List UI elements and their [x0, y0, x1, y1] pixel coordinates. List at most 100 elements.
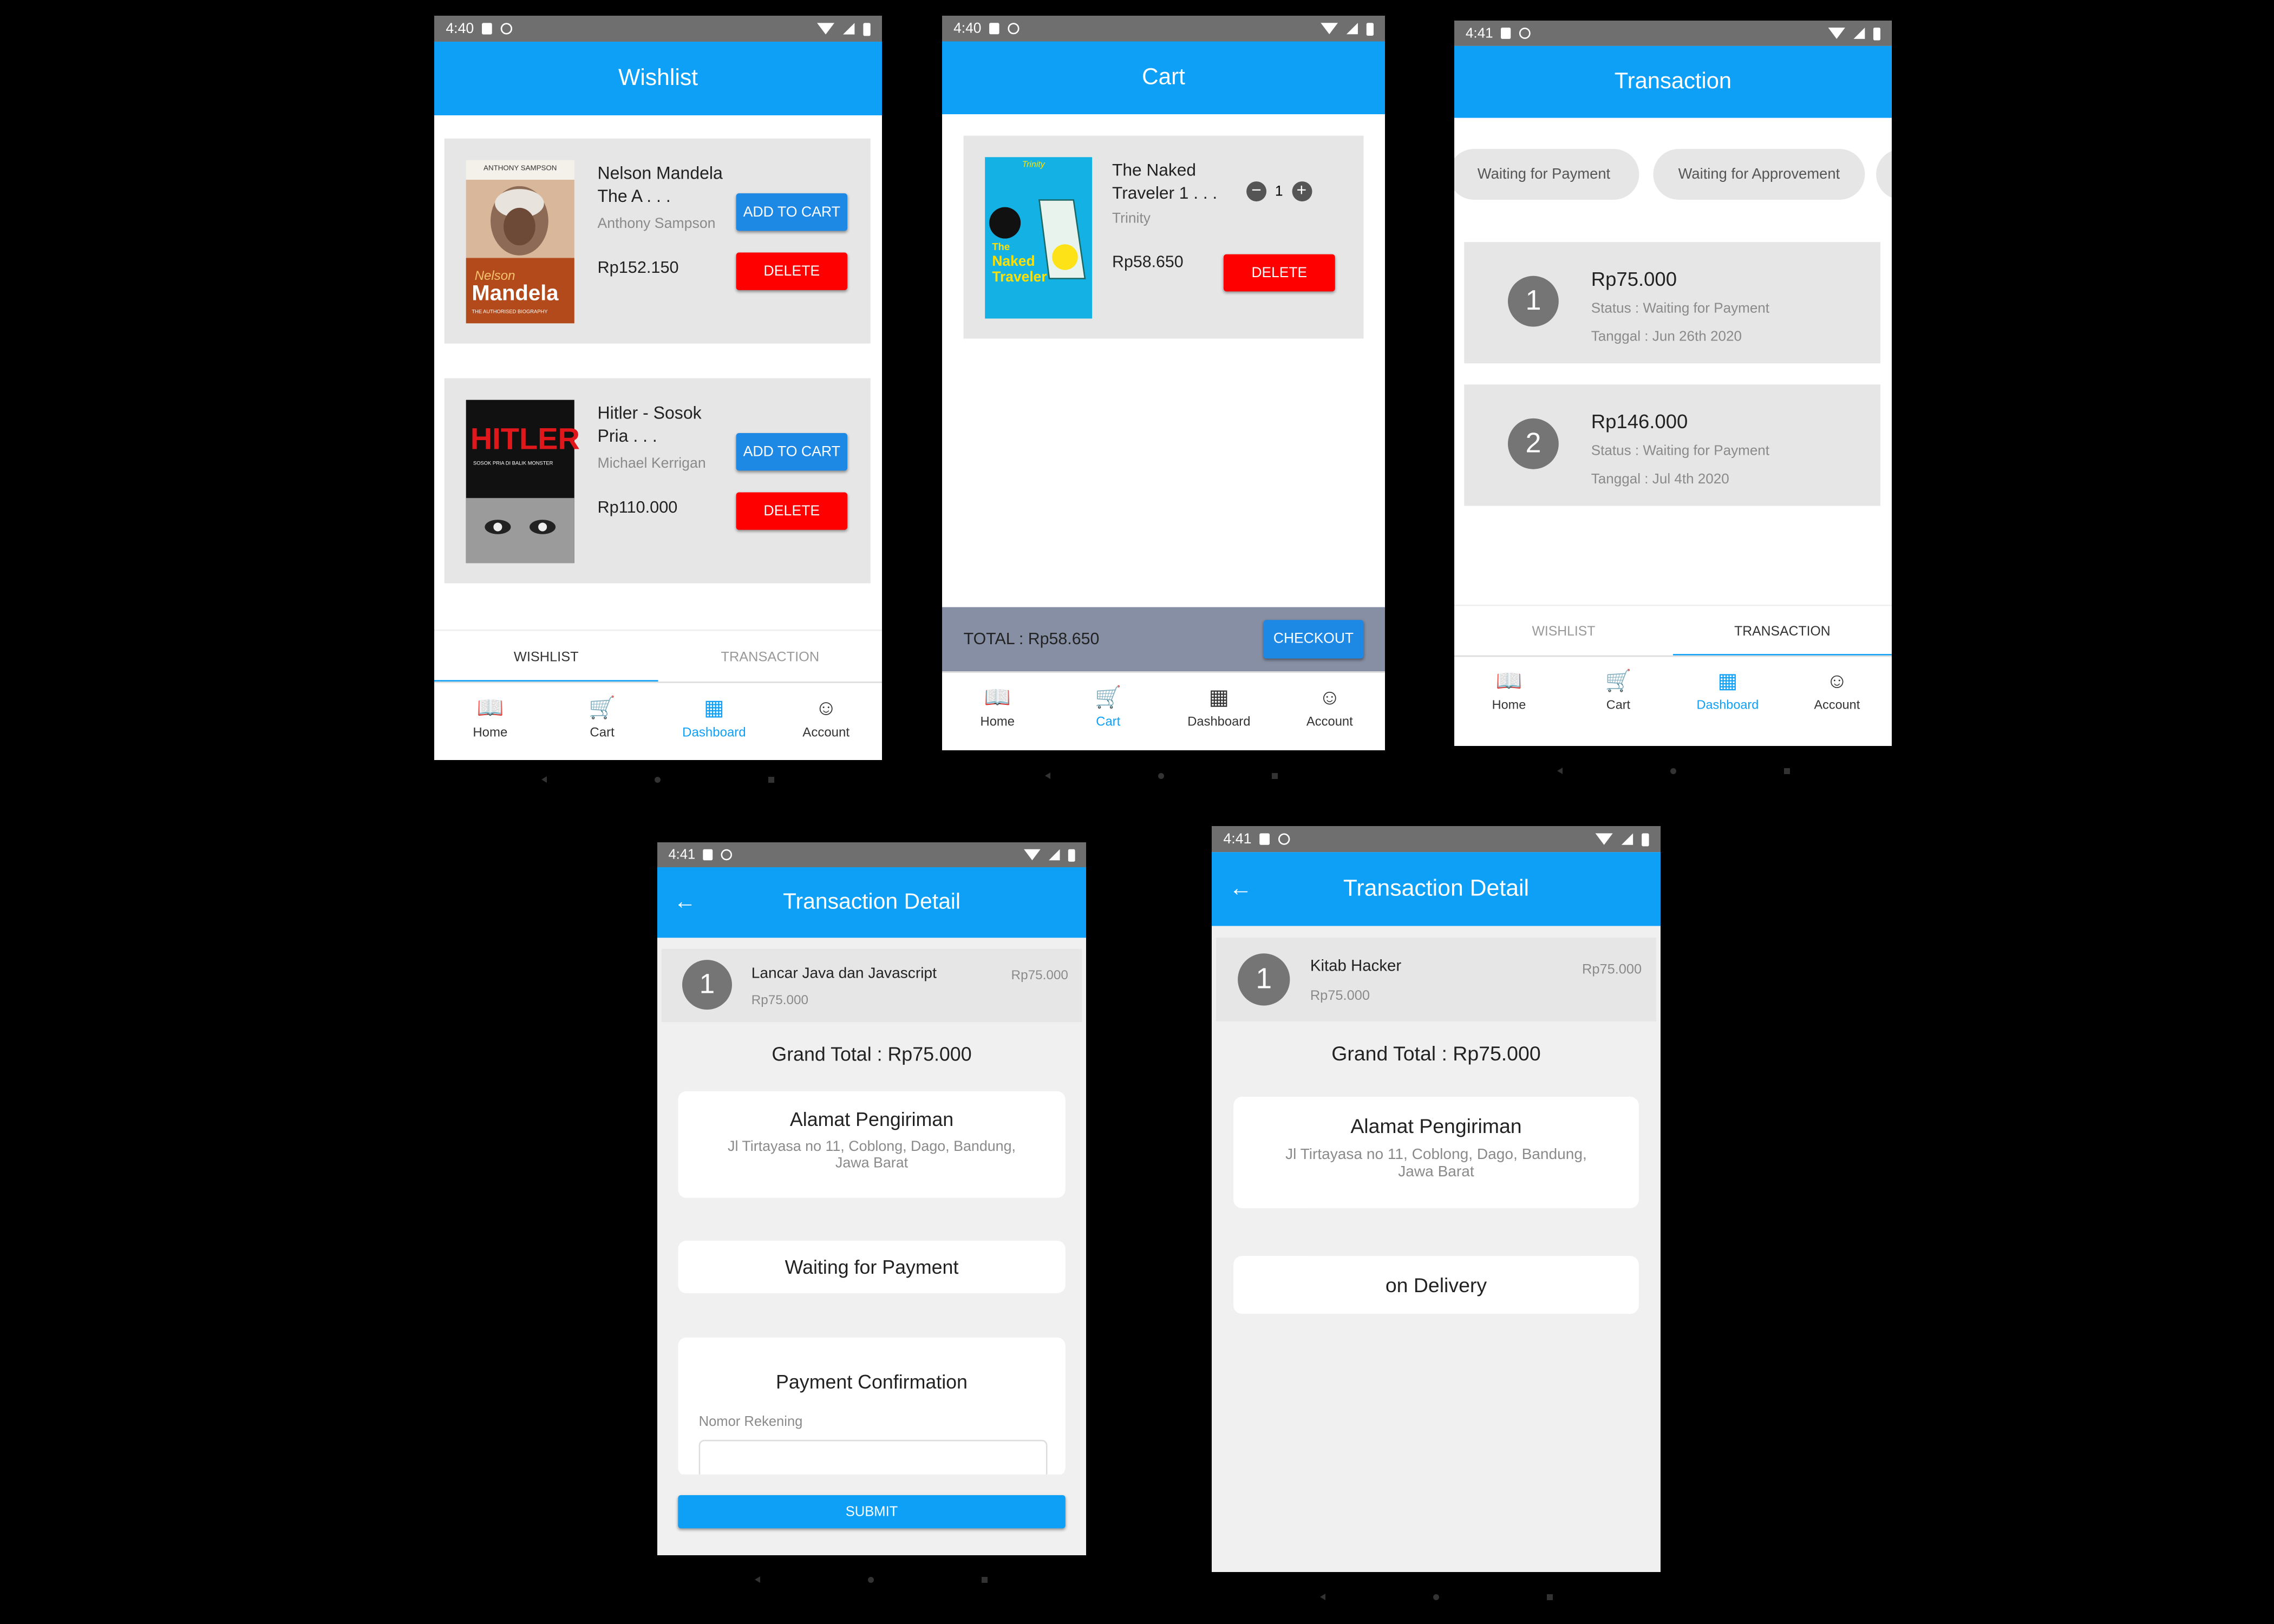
nav-label: Dashboard [1696, 697, 1759, 711]
tab-transaction[interactable]: TRANSACTION [658, 631, 882, 683]
nav-home[interactable]: 📖 Home [1454, 657, 1564, 724]
item-total: Rp75.000 [1011, 968, 1068, 984]
cart-screen: 4:40 Cart Trinity The Naked Traveler The… [942, 16, 1385, 750]
transaction-item[interactable]: 1 Rp75.000 Status : Waiting for Payment … [1464, 242, 1881, 364]
nav-dashboard[interactable]: ▦ Dashboard [658, 683, 770, 752]
system-back-icon[interactable] [754, 1576, 760, 1583]
nav-label: Account [802, 724, 850, 739]
cover-title-line2: Naked [992, 254, 1035, 270]
system-back-icon[interactable] [1044, 772, 1050, 779]
nav-cart[interactable]: 🛒 Cart [1564, 657, 1673, 724]
book-cover-image[interactable]: Trinity The Naked Traveler [985, 157, 1093, 319]
grand-total: Grand Total : Rp75.000 [772, 1043, 972, 1065]
system-home-icon[interactable] [1670, 768, 1676, 774]
system-home-icon[interactable] [867, 1576, 874, 1583]
filter-chip-waiting-payment[interactable]: Waiting for Payment [1454, 149, 1639, 200]
book-icon: 📖 [984, 685, 1011, 710]
nav-cart[interactable]: 🛒 Cart [1053, 673, 1164, 742]
nav-home[interactable]: 📖 Home [434, 683, 546, 752]
cover-brand: Trinity [1022, 161, 1045, 171]
sd-card-icon [1260, 833, 1271, 845]
app-bar: Transaction [1454, 45, 1892, 118]
grand-total: Grand Total : Rp75.000 [1331, 1042, 1541, 1065]
delete-button[interactable]: DELETE [1223, 254, 1335, 292]
detail2-inner: 4:41 ← Transaction Detail 1 Kitab Hacker… [1212, 826, 1661, 1572]
nav-account[interactable]: ☺ Account [1782, 657, 1892, 724]
transaction-inner: 4:41 Transaction Waiting for Payment Wai… [1454, 21, 1892, 725]
nav-home[interactable]: 📖 Home [942, 673, 1053, 742]
back-arrow-icon[interactable]: ← [674, 867, 696, 938]
wishlist-item: HITLER SOSOK PRIA DI BALIK MONSTER Hitle… [444, 378, 871, 584]
submit-button[interactable]: SUBMIT [678, 1495, 1066, 1529]
system-nav-bar [701, 1569, 1042, 1590]
filter-chip-more[interactable] [1876, 149, 1892, 200]
battery-icon [1366, 22, 1374, 35]
nav-account[interactable]: ☺ Account [770, 683, 882, 752]
wishlist-inner: 4:40 Wishlist ANTHONY SAMPSON Nelson Man… [434, 16, 882, 752]
system-home-icon[interactable] [654, 776, 661, 783]
book-cover-image[interactable]: HITLER SOSOK PRIA DI BALIK MONSTER [466, 400, 580, 564]
system-home-icon[interactable] [1433, 1594, 1439, 1600]
system-recent-icon[interactable] [982, 1576, 988, 1583]
nav-dashboard[interactable]: ▦ Dashboard [1673, 657, 1782, 724]
add-to-cart-button[interactable]: ADD TO CART [736, 433, 848, 471]
add-to-cart-button[interactable]: ADD TO CART [736, 193, 848, 231]
transaction-screen: 4:41 Transaction Waiting for Payment Wai… [1454, 21, 1892, 746]
nav-cart[interactable]: 🛒 Cart [546, 683, 658, 752]
back-arrow-icon[interactable]: ← [1229, 852, 1252, 926]
rekening-input[interactable] [698, 1439, 1048, 1479]
shipping-address-card: Alamat Pengiriman Jl Tirtayasa no 11, Co… [1233, 1097, 1639, 1208]
cover-author: ANTHONY SAMPSON [483, 164, 557, 173]
signal-icon [1346, 23, 1358, 35]
page-title: Transaction Detail [1343, 876, 1530, 901]
address-title: Alamat Pengiriman [789, 1108, 954, 1130]
status-time: 4:40 [953, 21, 982, 37]
system-nav-bar [1503, 760, 1844, 782]
system-recent-icon[interactable] [1784, 768, 1791, 774]
page-title: Transaction Detail [783, 890, 960, 914]
book-author: Trinity [1112, 211, 1151, 227]
cover-art [989, 199, 1086, 279]
payment-confirmation-card: Payment Confirmation Nomor Rekening [678, 1337, 1066, 1479]
book-price: Rp152.150 [597, 259, 679, 277]
book-cover-image[interactable]: ANTHONY SAMPSON Nelson Mandela THE AUTHO… [466, 160, 574, 324]
tab-transaction[interactable]: TRANSACTION [1672, 606, 1892, 657]
system-recent-icon[interactable] [768, 776, 775, 783]
cover-title-line1: The [992, 243, 1010, 253]
system-back-icon[interactable] [1557, 768, 1563, 774]
battery-icon [863, 22, 871, 36]
book-title: Nelson Mandela The A . . . [597, 163, 723, 207]
address-line1: Jl Tirtayasa no 11, Coblong, Dago, Bandu… [1285, 1145, 1587, 1164]
system-home-icon[interactable] [1158, 772, 1164, 779]
nav-account[interactable]: ☺ Account [1275, 673, 1385, 742]
cart-icon: 🛒 [1095, 685, 1122, 710]
sync-icon [721, 849, 733, 861]
cover-title-line1: Nelson [474, 268, 515, 283]
plus-icon[interactable]: + [1291, 181, 1312, 202]
account-icon: ☺ [1318, 685, 1341, 710]
system-recent-icon[interactable] [1547, 1594, 1553, 1600]
dashboard-tabs: WISHLIST TRANSACTION [434, 629, 882, 683]
system-recent-icon[interactable] [1272, 772, 1278, 779]
system-nav-bar [1266, 1586, 1607, 1608]
book-author: Anthony Sampson [597, 216, 716, 233]
transaction-item[interactable]: 2 Rp146.000 Status : Waiting for Payment… [1464, 384, 1881, 506]
book-price: Rp110.000 [597, 499, 678, 517]
checkout-button[interactable]: CHECKOUT [1263, 620, 1364, 659]
delete-button[interactable]: DELETE [736, 252, 848, 290]
shipping-address-card: Alamat Pengiriman Jl Tirtayasa no 11, Co… [678, 1091, 1066, 1198]
item-total: Rp75.000 [1582, 962, 1642, 978]
filter-chip-waiting-approvement[interactable]: Waiting for Approvement [1653, 149, 1865, 200]
nav-dashboard[interactable]: ▦ Dashboard [1164, 673, 1275, 742]
cart-total: TOTAL : Rp58.650 [963, 631, 1100, 648]
cart-item: Trinity The Naked Traveler The Naked Tra… [963, 135, 1364, 339]
cart-inner: 4:40 Cart Trinity The Naked Traveler The… [942, 16, 1385, 742]
tab-wishlist[interactable]: WISHLIST [434, 631, 658, 683]
delete-button[interactable]: DELETE [736, 492, 848, 530]
minus-icon[interactable]: − [1246, 181, 1267, 202]
sd-card-icon [482, 23, 493, 35]
system-back-icon[interactable] [541, 776, 547, 783]
tab-wishlist[interactable]: WISHLIST [1454, 606, 1673, 657]
book-title: The Naked Traveler 1 . . . [1112, 160, 1218, 203]
system-back-icon[interactable] [1319, 1594, 1325, 1600]
